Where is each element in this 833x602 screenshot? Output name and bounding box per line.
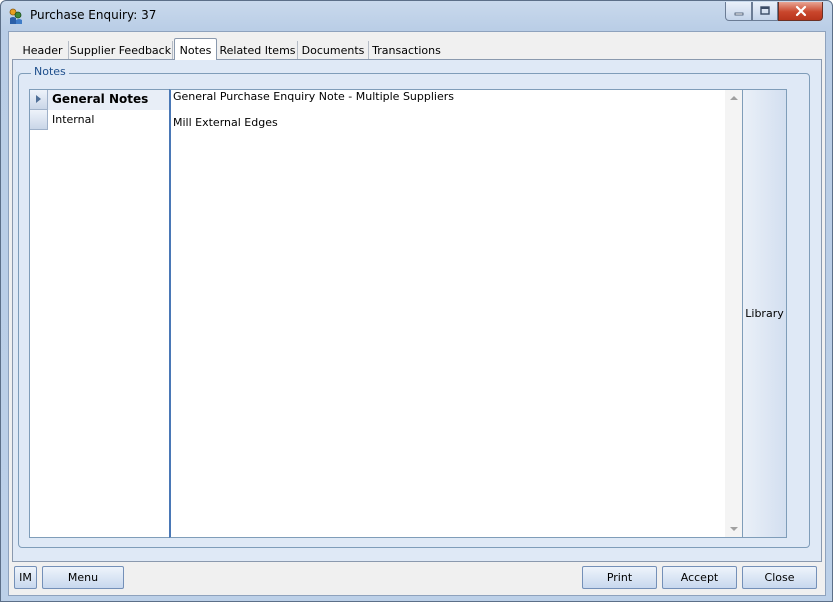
- note-category-label: Internal: [52, 113, 95, 126]
- editor-vertical-scrollbar[interactable]: [725, 90, 742, 537]
- notes-groupbox: Notes General Notes Internal General Pur…: [18, 65, 810, 548]
- tab-related-items[interactable]: Related Items: [218, 41, 298, 59]
- minimize-icon: [734, 12, 743, 16]
- purchase-enquiry-window: Purchase Enquiry: 37 Header Supplier Fee…: [0, 0, 833, 602]
- close-button[interactable]: Close: [742, 566, 817, 589]
- app-icon: [8, 7, 24, 25]
- note-category-label: General Notes: [52, 92, 149, 106]
- maximize-button[interactable]: [752, 2, 778, 21]
- close-window-button[interactable]: [778, 2, 823, 21]
- library-button[interactable]: Library: [742, 89, 787, 538]
- note-category-list: General Notes Internal: [29, 89, 170, 538]
- scroll-down-icon[interactable]: [730, 527, 738, 531]
- print-button[interactable]: Print: [582, 566, 657, 589]
- client-area: Header Supplier Feedback Notes Related I…: [8, 31, 826, 596]
- tab-documents[interactable]: Documents: [298, 41, 369, 59]
- note-text-editor[interactable]: General Purchase Enquiry Note - Multiple…: [169, 89, 743, 538]
- menu-button[interactable]: Menu: [42, 566, 124, 589]
- note-text-line: Mill External Edges: [173, 116, 278, 129]
- notes-tab-page: Notes General Notes Internal General Pur…: [12, 59, 822, 562]
- row-pointer-icon: [30, 90, 48, 110]
- scroll-up-icon[interactable]: [730, 96, 738, 100]
- tab-header[interactable]: Header: [17, 41, 69, 59]
- im-button[interactable]: IM: [14, 566, 37, 589]
- tab-transactions[interactable]: Transactions: [369, 41, 444, 59]
- tab-supplier-feedback[interactable]: Supplier Feedback: [69, 41, 173, 59]
- minimize-button[interactable]: [725, 2, 752, 21]
- note-text-line: General Purchase Enquiry Note - Multiple…: [173, 90, 454, 103]
- title-bar[interactable]: Purchase Enquiry: 37: [1, 1, 832, 31]
- row-header-cell: [30, 110, 48, 130]
- tab-notes[interactable]: Notes: [174, 38, 217, 60]
- note-category-general[interactable]: General Notes: [30, 90, 169, 110]
- note-category-internal[interactable]: Internal: [30, 110, 169, 130]
- accept-button[interactable]: Accept: [662, 566, 737, 589]
- close-icon: [795, 5, 806, 17]
- window-title: Purchase Enquiry: 37: [30, 8, 157, 22]
- maximize-icon: [760, 6, 770, 15]
- notes-group-label: Notes: [31, 65, 69, 78]
